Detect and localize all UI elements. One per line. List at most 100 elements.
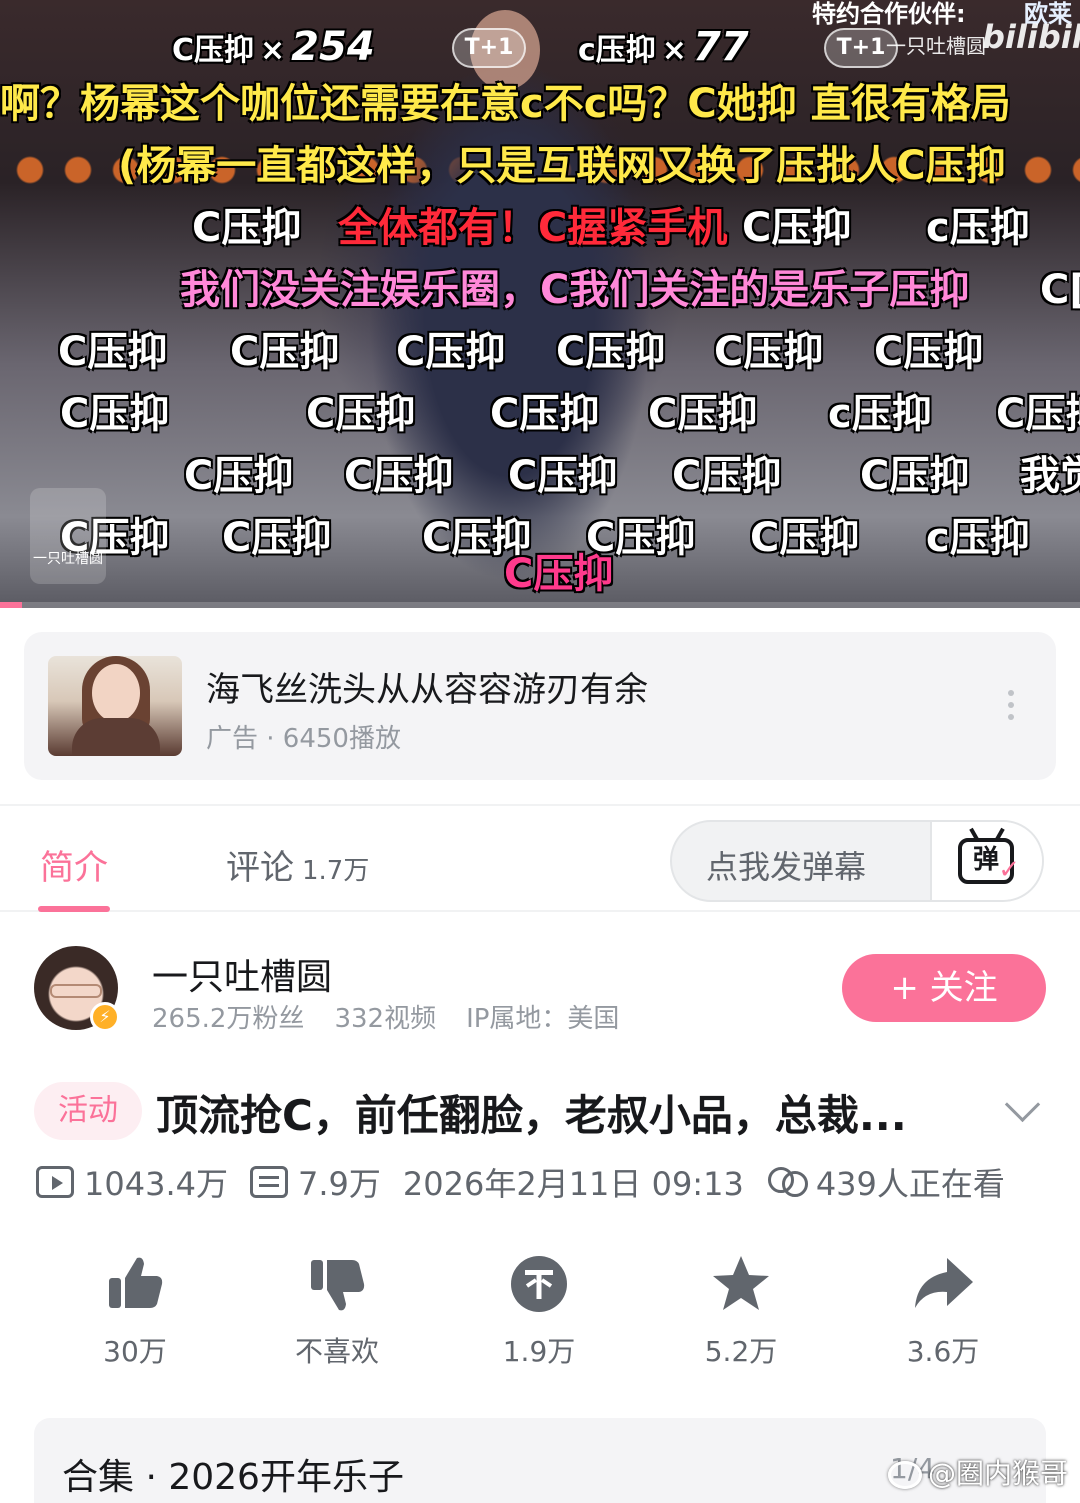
share-count: 3.6万: [906, 1335, 980, 1368]
like-count: 30万: [103, 1335, 167, 1368]
danmaku-item: C压抑: [742, 205, 852, 251]
tab-comments-label: 评论: [226, 848, 294, 888]
danmaku-item: 啊？杨幂这个咖位还需要在意c不c吗？C她抑 直很有格局: [0, 81, 1011, 127]
danmaku-item: c压抑: [828, 391, 932, 437]
channel-watermark: 一只吐槽圆: [886, 34, 986, 58]
danmaku-item: C压抑: [222, 515, 332, 561]
watermark-text: @圈内猴哥: [928, 1457, 1069, 1490]
danmaku-combo-1: C压抑 × 254: [172, 24, 375, 70]
ad-title[interactable]: 海飞丝洗头从从容容游刃有余: [206, 662, 648, 711]
uploader-ip: IP属地：美国: [466, 1004, 620, 1034]
danmaku-item: C压抑: [60, 391, 170, 437]
tab-comments-count: 1.7万: [302, 856, 370, 886]
danmaku-item: C压抑: [58, 329, 168, 375]
danmaku-item: C压抑: [504, 551, 614, 597]
channel-logo-watermark: 一只吐槽圆: [30, 488, 106, 584]
verified-lightning-icon: ⚡: [90, 1002, 120, 1032]
video-player[interactable]: 特约合作伙伴: 欧莱 C压抑 × 254 T+1 c压抑 × 77 T+1 一只吐槽圆 …: [0, 0, 1080, 608]
uploader-fans: 265.2万粉丝: [152, 1004, 305, 1034]
danmaku-item: C压抑: [396, 329, 506, 375]
ad-thumbnail[interactable]: [48, 656, 182, 756]
danmaku-count: 7.9万: [297, 1165, 381, 1203]
coin-button[interactable]: 1.9万: [438, 1252, 640, 1370]
danmaku-item: C压抑: [230, 329, 340, 375]
ad-card[interactable]: 海飞丝洗头从从容容游刃有余 广告 · 6450播放: [24, 632, 1056, 780]
danmaku-icon-text: 弹: [972, 845, 999, 875]
avatar-glasses: [50, 984, 102, 998]
like-button[interactable]: 30万: [34, 1252, 236, 1370]
tabs-bar: 简介 评论 1.7万 点我发弹幕 弹 ✓: [0, 804, 1080, 912]
danmaku-item: C压抑: [556, 329, 666, 375]
dislike-button[interactable]: 不喜欢: [236, 1252, 438, 1370]
danmaku-item: C压抑: [874, 329, 984, 375]
danmaku-item: C压抑: [672, 453, 782, 499]
tab-intro[interactable]: 简介: [40, 840, 108, 889]
follow-button[interactable]: + 关注: [842, 954, 1046, 1022]
danmaku-input-placeholder[interactable]: 点我发弹幕: [706, 842, 866, 888]
combo-1-label: C压抑: [172, 33, 255, 68]
danmaku-stat: 7.9万: [249, 1159, 381, 1205]
video-progress-fill: [0, 602, 22, 608]
danmaku-item: 我觉: [1020, 453, 1080, 499]
weibo-logo-icon: [888, 1461, 922, 1489]
uploader-videos: 332视频: [334, 1004, 437, 1034]
danmaku-item: C[: [1040, 267, 1080, 313]
combo-1-count: 254: [291, 24, 375, 70]
share-arrow-icon: [915, 1258, 973, 1308]
danmaku-item: (杨幂一直都这样，只是互联网又换了压批人C压抑: [118, 143, 1006, 189]
danmaku-item: C压抑: [306, 391, 416, 437]
star-icon: [713, 1256, 769, 1310]
tab-active-indicator: [38, 906, 110, 912]
action-bar: 30万 不喜欢 1.9万 5.2万 3.6万: [34, 1252, 1046, 1372]
danmaku-item: C压抑: [750, 515, 860, 561]
video-progress-bar[interactable]: [0, 602, 1080, 608]
activity-tag[interactable]: 活动: [34, 1082, 142, 1140]
ad-thumb-body: [72, 718, 160, 756]
danmaku-item: C压抑: [184, 453, 294, 499]
danmaku-toggle-button[interactable]: 弹 ✓: [930, 822, 1042, 900]
combo-2-label: c压抑: [578, 33, 656, 68]
chevron-down-icon[interactable]: [1004, 1090, 1040, 1126]
danmaku-item: 全体都有！C握紧手机: [338, 205, 728, 251]
danmaku-item: C压抑: [508, 453, 618, 499]
video-title[interactable]: 顶流抢C，前任翻脸，老叔小品，总裁...: [156, 1082, 907, 1143]
danmaku-item: C压抑: [996, 391, 1080, 437]
views-stat: 1043.4万: [36, 1159, 228, 1205]
watching-count: 439人正在看: [815, 1165, 1005, 1203]
danmaku-input[interactable]: 点我发弹幕 弹 ✓: [670, 820, 1044, 902]
combo-1-mult: ×: [260, 33, 286, 68]
uploader-meta: 265.2万粉丝 332视频 IP属地：美国: [152, 998, 649, 1035]
combo-2-mult: ×: [661, 33, 687, 68]
danmaku-item: C压抑: [192, 205, 302, 251]
more-options-icon[interactable]: [1008, 690, 1016, 726]
sponsor-text: 特约合作伙伴:: [812, 0, 966, 28]
dislike-label: 不喜欢: [294, 1335, 379, 1368]
thumbs-down-icon: [311, 1260, 365, 1311]
viewers-icon: [766, 1165, 808, 1199]
danmaku-item: C压抑: [344, 453, 454, 499]
danmaku-item: C压抑: [714, 329, 824, 375]
video-stats: 1043.4万 7.9万 2026年2月11日 09:13 439人正在看: [36, 1160, 1027, 1204]
danmaku-item: 我们没关注娱乐圈，C我们关注的是乐子压抑: [180, 267, 970, 313]
share-button[interactable]: 3.6万: [842, 1252, 1044, 1370]
danmaku-combo-2: c压抑 × 77: [578, 24, 749, 70]
views-count: 1043.4万: [84, 1165, 228, 1203]
danmaku-count-icon: [249, 1166, 288, 1198]
ad-thumb-face: [92, 664, 140, 722]
favorite-button[interactable]: 5.2万: [640, 1252, 842, 1370]
danmaku-tv-icon: 弹 ✓: [958, 827, 1020, 885]
uploader-name[interactable]: 一只吐槽圆: [152, 948, 332, 1000]
tab-comments[interactable]: 评论 1.7万: [226, 840, 369, 889]
coin-count: 1.9万: [502, 1335, 576, 1368]
weibo-watermark: @圈内猴哥: [888, 1452, 1068, 1492]
watching-stat: 439人正在看: [766, 1159, 1005, 1205]
danmaku-item: C压抑: [490, 391, 600, 437]
thumbs-up-icon: [109, 1257, 163, 1308]
check-icon: ✓: [998, 855, 1020, 885]
danmaku-item: c压抑: [926, 205, 1030, 251]
bilibili-logo: bilibili: [982, 18, 1080, 56]
plus-one-badge: T+1: [452, 28, 526, 68]
ad-meta: 广告 · 6450播放: [206, 724, 401, 754]
danmaku-item: C压抑: [860, 453, 970, 499]
publish-date: 2026年2月11日 09:13: [402, 1165, 744, 1203]
